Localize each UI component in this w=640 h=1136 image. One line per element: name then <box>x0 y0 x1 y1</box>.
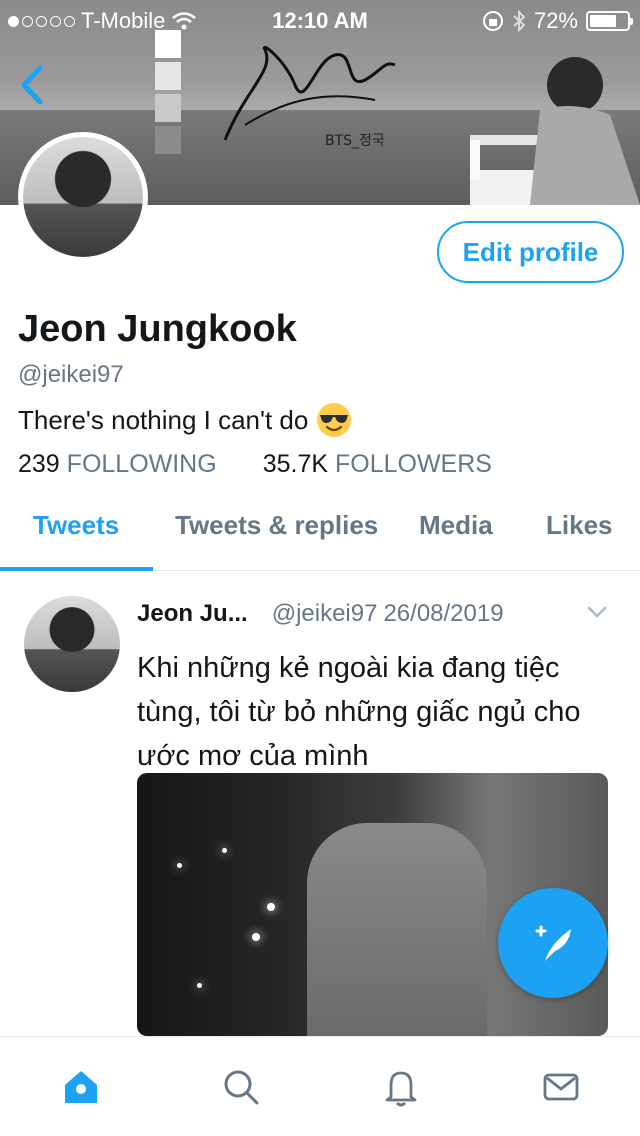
banner-caption: BTS_정국 <box>325 133 385 149</box>
tweet-header: Jeon Ju... @jeikei97 26/08/2019 <box>137 600 617 628</box>
followers-stat[interactable]: 35.7K FOLLOWERS <box>263 450 492 479</box>
edit-profile-button[interactable]: Edit profile <box>437 221 624 283</box>
home-icon[interactable] <box>61 1067 101 1107</box>
orientation-lock-icon <box>482 11 503 31</box>
messages-icon[interactable] <box>541 1067 581 1107</box>
tweet-date: 26/08/2019 <box>383 600 504 627</box>
followers-count: 35.7K <box>262 450 329 478</box>
profile-bio: There's nothing I can't do <box>18 402 352 438</box>
bluetooth-icon <box>513 10 526 32</box>
banner-squares <box>155 30 181 158</box>
signature-graphic: BTS_정국 <box>223 46 396 149</box>
tab-likes[interactable]: Likes <box>546 510 613 541</box>
bio-text: There's nothing I can't do <box>18 404 309 435</box>
bottom-tab-bar <box>0 1036 640 1136</box>
profile-tabs: Tweets Tweets & replies Media Likes <box>0 495 640 571</box>
profile-avatar[interactable] <box>18 132 148 262</box>
notifications-icon[interactable] <box>381 1067 421 1107</box>
following-label: FOLLOWING <box>66 450 217 478</box>
tab-media[interactable]: Media <box>419 510 493 541</box>
media-person-figure <box>307 823 487 1036</box>
followers-label: FOLLOWERS <box>334 450 492 478</box>
compose-tweet-button[interactable] <box>498 888 608 998</box>
status-right: 72% <box>482 8 633 34</box>
tab-tweets[interactable]: Tweets <box>33 510 119 541</box>
profile-name: Jeon Jungkook <box>18 308 297 350</box>
active-tab-indicator <box>0 567 153 571</box>
tweet-author-name[interactable]: Jeon Ju... <box>137 600 248 628</box>
profile-handle: @jeikei97 <box>18 361 124 388</box>
tweet-avatar[interactable] <box>24 596 120 692</box>
tweet-text: Khi những kẻ ngoài kia đang tiệc tùng, t… <box>137 652 581 772</box>
battery-icon <box>586 11 633 31</box>
profile-stats: 239 FOLLOWING 35.7K FOLLOWERS <box>18 450 492 479</box>
tab-tweets-replies[interactable]: Tweets & replies <box>175 510 378 541</box>
following-stat[interactable]: 239 FOLLOWING <box>18 450 217 479</box>
following-count: 239 <box>18 450 60 478</box>
banner-person-silhouette <box>470 57 640 205</box>
tweet-author-handle: @jeikei97 <box>271 600 378 627</box>
sunglasses-emoji-icon <box>317 403 352 437</box>
back-button[interactable] <box>12 60 52 110</box>
chevron-down-icon[interactable] <box>585 600 609 624</box>
search-icon[interactable] <box>221 1067 261 1107</box>
battery-percent: 72% <box>533 8 578 33</box>
status-bar: T-Mobile 12:10 AM 72% <box>0 0 640 40</box>
compose-feather-icon <box>535 925 571 961</box>
